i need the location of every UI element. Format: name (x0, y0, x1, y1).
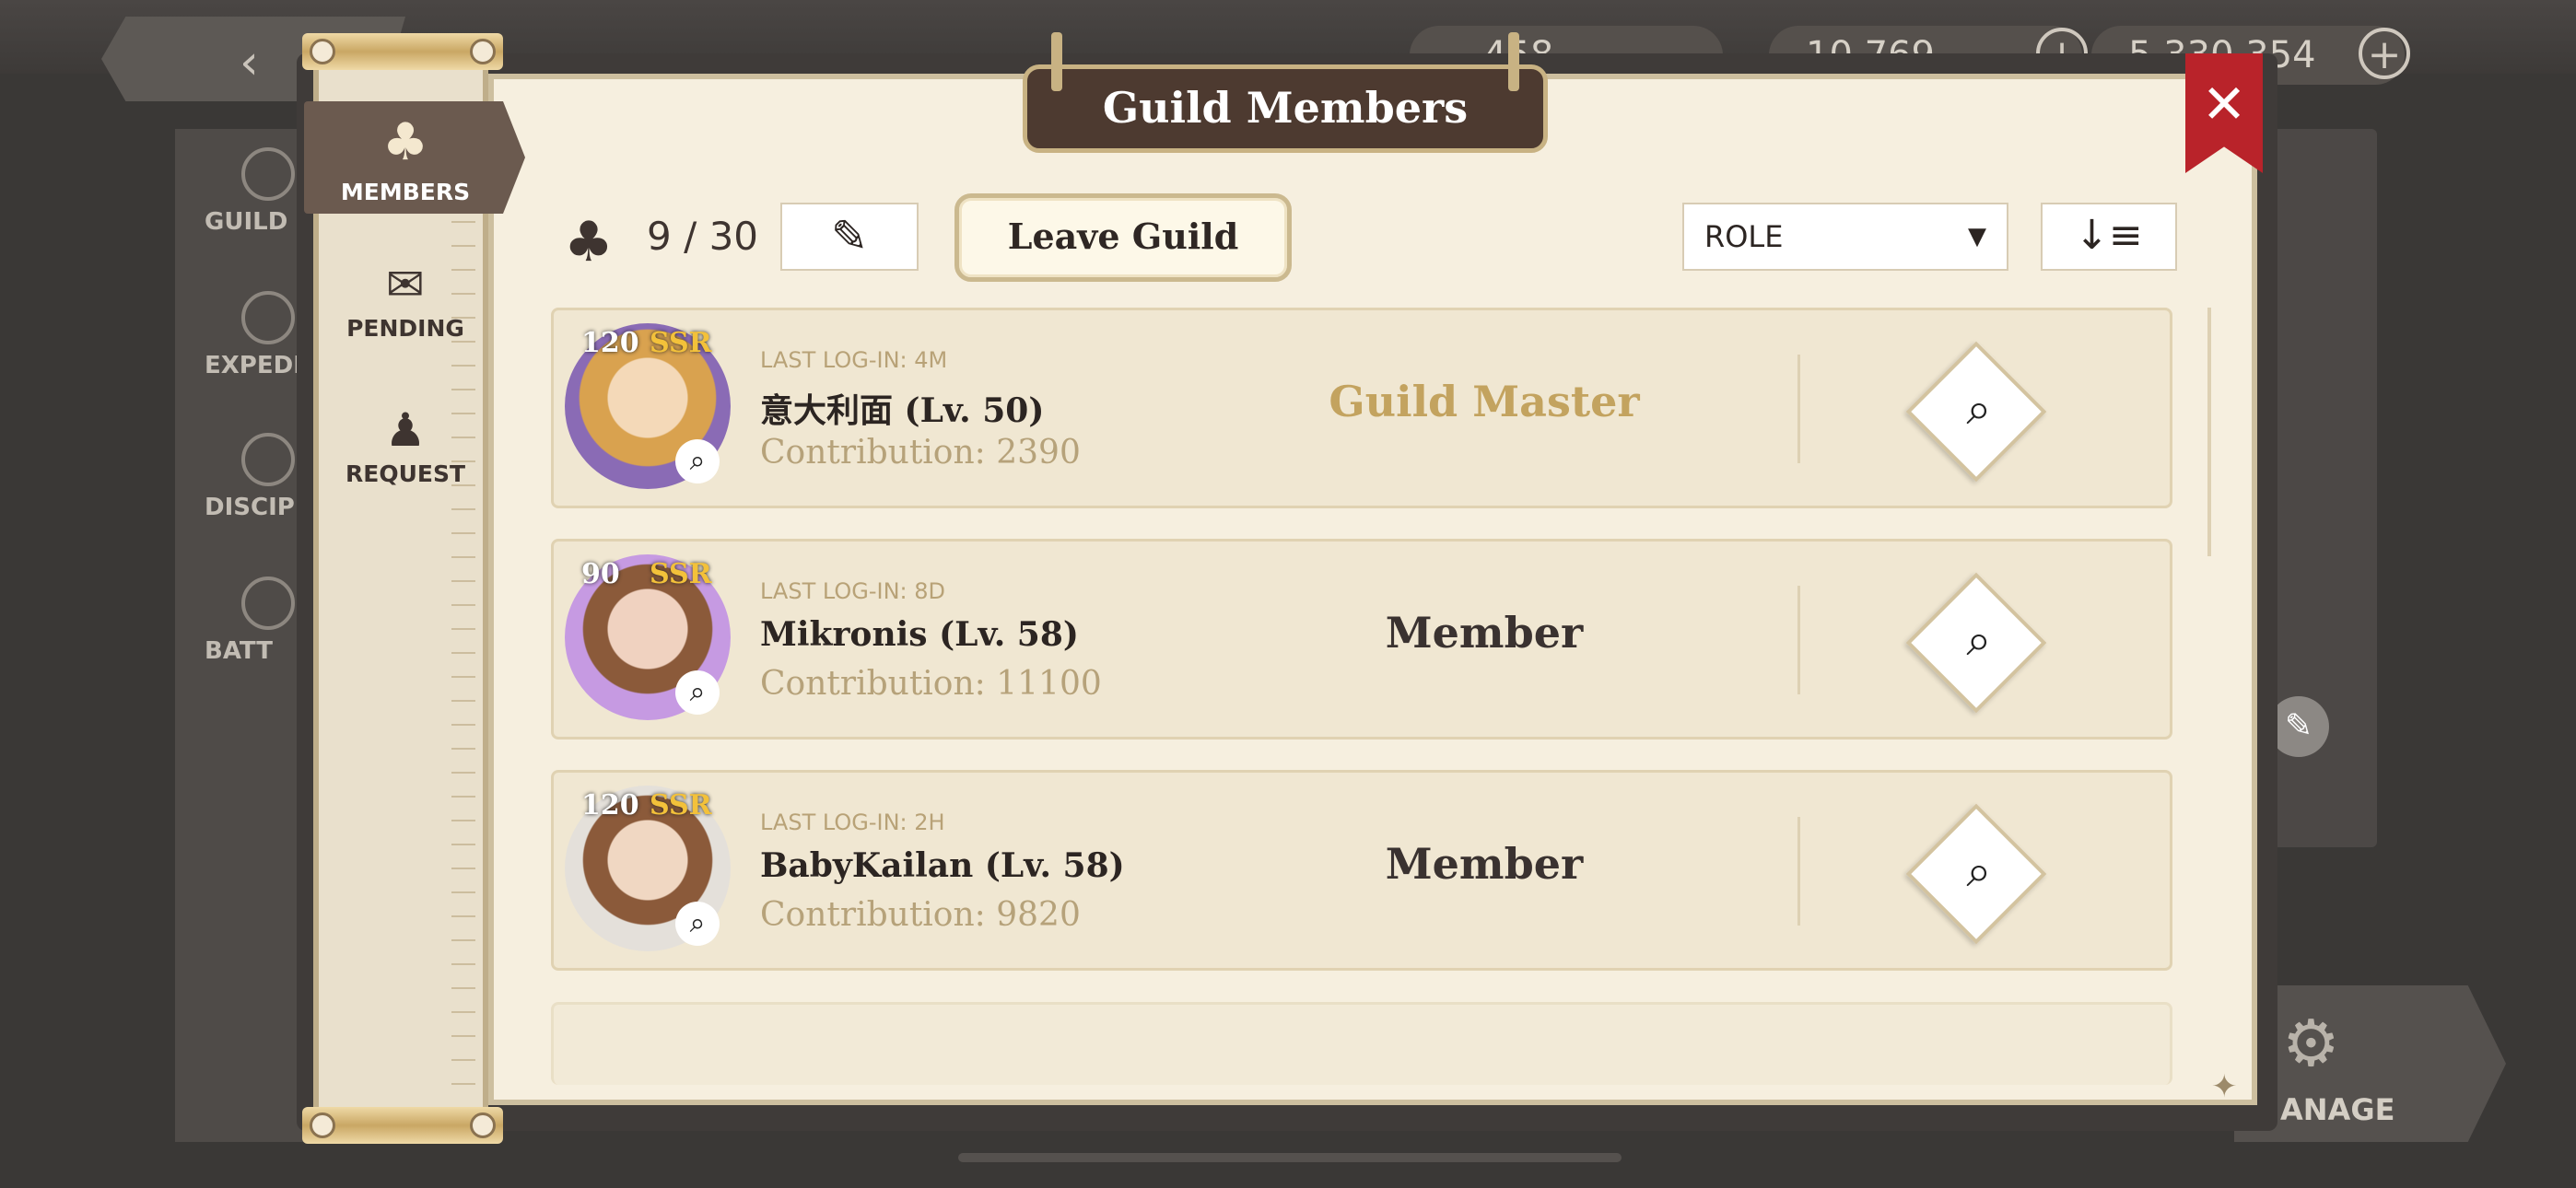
search-icon[interactable]: ⌕ (675, 439, 720, 483)
plus-icon[interactable]: + (2359, 28, 2410, 79)
dropdown-arrow-icon: ▼ (1968, 223, 1986, 250)
divider (1797, 817, 1800, 926)
member-row: 120 SSR ⌕ LAST LOG-IN: 2H BabyKailan (Lv… (551, 770, 2172, 971)
gear-icon: ⚙ (2282, 1006, 2340, 1081)
leave-guild-button[interactable]: Leave Guild (954, 193, 1292, 282)
member-role: Member (1385, 839, 1584, 889)
chevron-left-icon: ‹ (240, 35, 259, 90)
search-icon: ⌕ (1966, 614, 1992, 667)
last-login: LAST LOG-IN: 2H (760, 809, 945, 835)
expedition-icon (241, 291, 295, 344)
member-count: 9 / 30 (647, 214, 759, 259)
tab-members[interactable]: ♣ MEMBERS (304, 101, 525, 214)
tab-pending[interactable]: ✉ PENDING (332, 258, 479, 342)
inspect-button[interactable]: ⌕ (1905, 803, 2047, 945)
request-icon: ♟ (384, 403, 427, 457)
avatar-level: 120 (581, 327, 639, 359)
dialog-title: Guild Members (1023, 32, 1548, 153)
guild-icon (241, 147, 295, 201)
edit-button[interactable]: ✎ (780, 203, 919, 271)
member-name: BabyKailan (Lv. 58) (760, 846, 1125, 885)
last-login: LAST LOG-IN: 8D (760, 578, 946, 604)
ruler-decoration (451, 221, 475, 1087)
strip-cap-bottom (302, 1107, 503, 1144)
contribution: Contribution: 11100 (760, 665, 1102, 703)
members-icon: ♣ (564, 210, 614, 274)
search-icon: ⌕ (1966, 383, 1992, 436)
strip-cap-top (302, 33, 503, 70)
member-row-partial (551, 1002, 2172, 1085)
envelope-icon: ✉ (386, 258, 425, 311)
discipline-icon (241, 433, 295, 486)
avatar-rarity: SSR (650, 789, 712, 821)
member-row: 90 SSR ⌕ LAST LOG-IN: 8D Mikronis (Lv. 5… (551, 539, 2172, 740)
scrollbar[interactable] (2207, 308, 2211, 556)
search-icon[interactable]: ⌕ (675, 902, 720, 946)
sort-icon: ↓≡ (2075, 212, 2143, 259)
members-icon: ♣ (381, 112, 429, 172)
contribution: Contribution: 2390 (760, 434, 1081, 472)
member-role: Guild Master (1329, 377, 1640, 426)
divider (1797, 586, 1800, 694)
member-name: 意大利面 (Lv. 50) (760, 391, 1045, 430)
last-login: LAST LOG-IN: 4M (760, 347, 948, 373)
inspect-button[interactable]: ⌕ (1905, 572, 2047, 714)
contribution: Contribution: 9820 (760, 896, 1081, 934)
avatar-rarity: SSR (650, 327, 712, 359)
pencil-icon: ✎ (830, 211, 869, 262)
sort-button[interactable]: ↓≡ (2041, 203, 2177, 271)
tab-request[interactable]: ♟ REQUEST (332, 403, 479, 487)
search-icon[interactable]: ⌕ (675, 670, 720, 715)
role-filter-select[interactable]: ROLE ▼ (1682, 203, 2008, 271)
divider (1797, 355, 1800, 463)
avatar-rarity: SSR (650, 558, 712, 590)
member-role: Member (1385, 608, 1584, 658)
compass-icon: ✦ (2211, 1068, 2238, 1105)
member-name: Mikronis (Lv. 58) (760, 615, 1079, 654)
search-icon: ⌕ (1966, 845, 1992, 898)
battle-icon (241, 577, 295, 630)
avatar-level: 90 (581, 558, 620, 590)
avatar-level: 120 (581, 789, 639, 821)
member-row: 120 SSR ⌕ LAST LOG-IN: 4M 意大利面 (Lv. 50) … (551, 308, 2172, 508)
home-indicator (958, 1153, 1622, 1162)
inspect-button[interactable]: ⌕ (1905, 341, 2047, 483)
